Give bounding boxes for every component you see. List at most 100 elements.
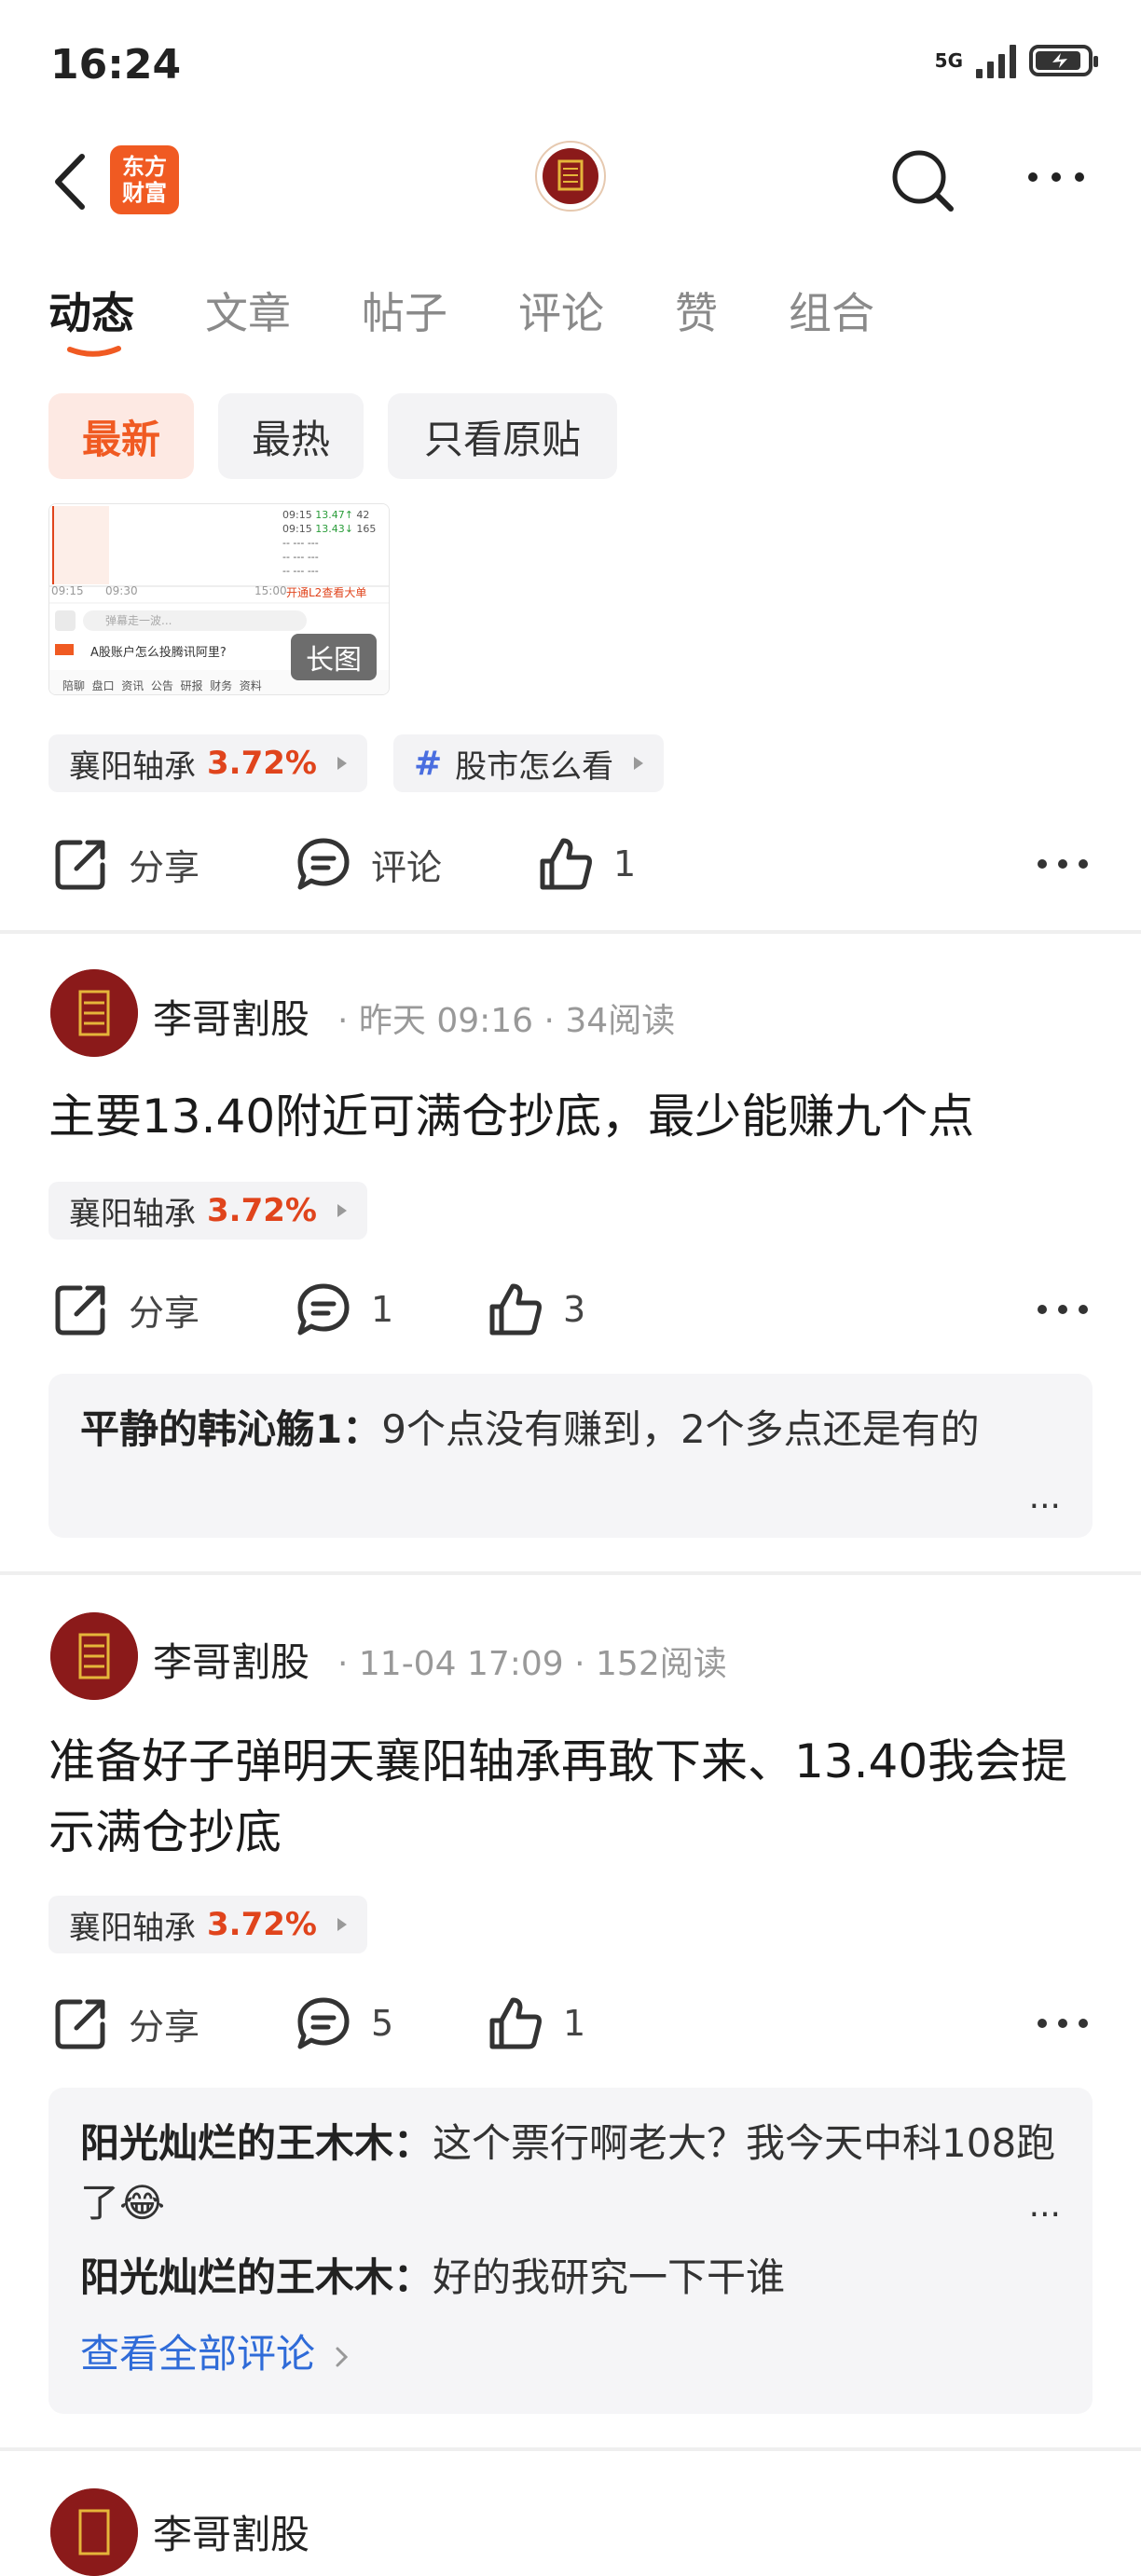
section-divider bbox=[0, 2447, 1141, 2451]
stock-name: 襄阳轴承 bbox=[69, 1195, 196, 1233]
share-button[interactable]: 分享 bbox=[52, 1994, 199, 2052]
comment-icon bbox=[297, 1283, 350, 1336]
author-name[interactable]: 李哥割股 bbox=[153, 988, 309, 1045]
comment-label: 评论 bbox=[371, 846, 443, 888]
thumb-time-start: 09:15 bbox=[51, 584, 84, 597]
stock-tag[interactable]: 襄阳轴承 3.72% bbox=[48, 1896, 367, 1953]
thumb-time-mid: 09:30 bbox=[105, 584, 138, 597]
like-count: 1 bbox=[613, 843, 637, 884]
author-avatar[interactable] bbox=[50, 1612, 138, 1700]
comment-more-icon[interactable]: ... bbox=[1029, 1478, 1061, 1516]
comment-text: 好的我研究一下干谁 bbox=[433, 2254, 786, 2300]
tab-likes[interactable]: 赞 bbox=[675, 280, 718, 341]
comment-user[interactable]: 平静的韩沁觞1： bbox=[80, 1406, 381, 1452]
profile-avatar[interactable] bbox=[535, 141, 606, 212]
share-icon bbox=[55, 840, 105, 890]
comment-more-icon[interactable]: ... bbox=[1029, 2186, 1061, 2225]
app-logo[interactable]: 东方 财富 bbox=[110, 145, 179, 214]
filter-hot[interactable]: 最热 bbox=[218, 393, 364, 479]
like-count: 1 bbox=[563, 2003, 586, 2044]
filter-latest[interactable]: 最新 bbox=[48, 393, 194, 479]
hashtag-icon: # bbox=[414, 744, 443, 783]
comment-preview[interactable]: 平静的韩沁觞1：9个点没有赚到，2个多点还是有的 ... bbox=[48, 1374, 1093, 1538]
comment-text: 9个点没有赚到，2个多点还是有的 bbox=[381, 1406, 980, 1452]
back-icon[interactable] bbox=[47, 149, 93, 214]
thumb-time-end: 15:00 bbox=[254, 584, 287, 597]
stock-tag[interactable]: 襄阳轴承 3.72% bbox=[48, 734, 367, 792]
stock-change: 3.72% bbox=[207, 1906, 317, 1943]
chevron-right-icon bbox=[336, 2347, 349, 2366]
tab-comments[interactable]: 评论 bbox=[518, 280, 604, 341]
view-all-label: 查看全部评论 bbox=[80, 2331, 316, 2377]
tab-articles[interactable]: 文章 bbox=[205, 280, 291, 341]
thumb-ad-text: A股账户怎么投腾讯阿里? bbox=[90, 646, 227, 660]
comment-item: 阳光灿烂的王木木：这个票行啊老大？我今天中科108跑了😂 bbox=[80, 2114, 1061, 2233]
chevron-right-icon bbox=[337, 757, 347, 770]
network-type: 5G bbox=[934, 49, 963, 72]
thumbs-up-icon bbox=[540, 838, 592, 890]
author-name[interactable]: 李哥割股 bbox=[153, 1631, 309, 1688]
more-icon[interactable] bbox=[1024, 158, 1089, 196]
like-button[interactable]: 3 bbox=[487, 1281, 585, 1338]
like-button[interactable]: 1 bbox=[537, 835, 636, 893]
thumb-l2-label: 开通L2查看大单 bbox=[286, 586, 367, 599]
post-meta: · 昨天 09:16 · 34阅读 bbox=[337, 1002, 676, 1040]
post-more-icon[interactable] bbox=[1037, 850, 1089, 882]
view-all-comments-link[interactable]: 查看全部评论 bbox=[80, 2323, 1061, 2379]
profile-tabs: 动态 文章 帖子 评论 赞 组合 bbox=[48, 280, 945, 341]
like-button[interactable]: 1 bbox=[487, 1994, 585, 2052]
share-icon bbox=[55, 1285, 105, 1336]
topic-tag[interactable]: # 股市怎么看 bbox=[393, 734, 665, 792]
share-button[interactable]: 分享 bbox=[52, 835, 199, 893]
comment-item: 平静的韩沁觞1：9个点没有赚到，2个多点还是有的 bbox=[80, 1400, 1061, 1459]
post-more-icon[interactable] bbox=[1037, 2009, 1089, 2041]
chevron-right-icon bbox=[337, 1204, 347, 1217]
comment-icon bbox=[297, 838, 350, 890]
post-meta: · 11-04 17:09 · 152阅读 bbox=[337, 1645, 727, 1683]
share-button[interactable]: 分享 bbox=[52, 1281, 199, 1338]
post-more-icon[interactable] bbox=[1037, 1295, 1089, 1327]
long-image-badge: 长图 bbox=[291, 634, 377, 680]
comment-item: 阳光灿烂的王木木：好的我研究一下干谁 bbox=[80, 2248, 1061, 2308]
post-content[interactable]: 主要13.40附近可满仓抄底，最少能赚九个点 bbox=[48, 1081, 1093, 1152]
comment-button[interactable]: 1 bbox=[295, 1281, 393, 1338]
share-label: 分享 bbox=[129, 1292, 200, 1334]
signal-icon bbox=[976, 43, 1016, 78]
comment-icon bbox=[297, 1997, 350, 2049]
logo-text-2: 财富 bbox=[122, 180, 167, 206]
share-icon bbox=[55, 1999, 105, 2049]
comment-count: 1 bbox=[371, 1289, 394, 1330]
stock-change: 3.72% bbox=[207, 745, 317, 782]
share-label: 分享 bbox=[129, 2006, 200, 2048]
tab-posts[interactable]: 帖子 bbox=[362, 280, 447, 341]
stock-change: 3.72% bbox=[207, 1192, 317, 1229]
thumb-bottom-nav: 陪聊 盘口 资讯 公告 研报 财务 资料 bbox=[62, 679, 262, 692]
author-name[interactable]: 李哥割股 bbox=[153, 2503, 309, 2560]
share-label: 分享 bbox=[129, 846, 200, 888]
topic-name: 股市怎么看 bbox=[455, 747, 614, 786]
author-avatar[interactable] bbox=[50, 2488, 138, 2576]
author-avatar[interactable] bbox=[50, 969, 138, 1057]
comment-button[interactable]: 评论 bbox=[295, 835, 442, 893]
post-content[interactable]: 准备好子弹明天襄阳轴承再敢下来、13.40我会提示满仓抄底 bbox=[48, 1726, 1093, 1868]
comment-user[interactable]: 阳光灿烂的王木木： bbox=[80, 2254, 433, 2300]
filter-original-only[interactable]: 只看原贴 bbox=[388, 393, 617, 479]
comment-button[interactable]: 5 bbox=[295, 1994, 393, 2052]
search-icon[interactable] bbox=[886, 144, 960, 218]
tab-portfolio[interactable]: 组合 bbox=[789, 280, 874, 341]
logo-text-1: 东方 bbox=[122, 154, 167, 180]
status-icons: 5G bbox=[934, 43, 1098, 78]
comment-preview[interactable]: 阳光灿烂的王木木：这个票行啊老大？我今天中科108跑了😂 ... 阳光灿烂的王木… bbox=[48, 2088, 1093, 2414]
comment-user[interactable]: 阳光灿烂的王木木： bbox=[80, 2120, 433, 2166]
tab-active-indicator bbox=[67, 343, 121, 357]
like-count: 3 bbox=[563, 1289, 586, 1330]
battery-icon bbox=[1029, 45, 1098, 76]
stock-tag[interactable]: 襄阳轴承 3.72% bbox=[48, 1182, 367, 1240]
status-time: 16:24 bbox=[50, 41, 182, 89]
stock-name: 襄阳轴承 bbox=[69, 747, 196, 786]
thumbs-up-icon bbox=[489, 1283, 542, 1336]
thumb-input-placeholder: 弹幕走一波... bbox=[105, 614, 172, 627]
tab-dynamics[interactable]: 动态 bbox=[48, 280, 134, 341]
chevron-right-icon bbox=[337, 1918, 347, 1931]
thumb-price-table: 09:15 13.47↑ 42 09:15 13.43↓ 165 -- --- … bbox=[282, 509, 377, 577]
